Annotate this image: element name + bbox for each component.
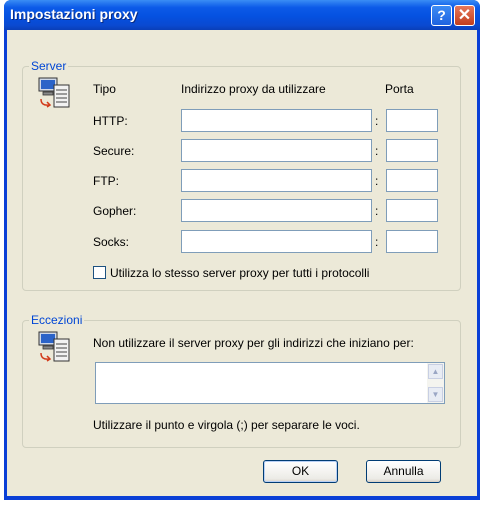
network-computer-icon	[38, 77, 70, 108]
server-group-label: Server	[31, 59, 67, 73]
close-icon: ✕	[457, 7, 472, 24]
secure-port-field[interactable]	[386, 139, 438, 162]
scroll-up-icon[interactable]: ▲	[428, 364, 443, 379]
socks-port-field[interactable]	[386, 230, 438, 253]
same-proxy-label[interactable]: Utilizza lo stesso server proxy per tutt…	[110, 266, 369, 280]
ftp-label: FTP:	[93, 174, 119, 188]
exceptions-hint: Utilizzare il punto e virgola (;) per se…	[93, 418, 360, 432]
exceptions-network-icon	[38, 331, 70, 362]
column-address-header: Indirizzo proxy da utilizzare	[181, 82, 326, 96]
exceptions-scrollbar[interactable]: ▲ ▼	[427, 363, 444, 403]
help-icon: ?	[437, 7, 446, 23]
socks-label: Socks:	[93, 235, 130, 249]
cancel-button[interactable]: Annulla	[366, 460, 441, 483]
gopher-colon: :	[375, 204, 379, 218]
http-label: HTTP:	[93, 114, 128, 128]
column-port-header: Porta	[385, 82, 414, 96]
scroll-down-icon[interactable]: ▼	[428, 387, 443, 402]
column-type-header: Tipo	[93, 82, 116, 96]
gopher-label: Gopher:	[93, 204, 137, 218]
ftp-port-field[interactable]	[386, 169, 438, 192]
http-colon: :	[375, 114, 379, 128]
secure-address-field[interactable]	[181, 139, 372, 162]
gopher-port-field[interactable]	[386, 199, 438, 222]
secure-label: Secure:	[93, 144, 135, 158]
close-button[interactable]: ✕	[454, 5, 475, 26]
dialog-body: Server Tipo Indirizzo proxy da utilizzar…	[7, 30, 477, 496]
ok-button[interactable]: OK	[263, 460, 338, 483]
ftp-address-field[interactable]	[181, 169, 372, 192]
exceptions-description: Non utilizzare il server proxy per gli i…	[93, 336, 414, 350]
window-title: Impostazioni proxy	[10, 6, 138, 22]
http-port-field[interactable]	[386, 109, 438, 132]
socks-address-field[interactable]	[181, 230, 372, 253]
gopher-address-field[interactable]	[181, 199, 372, 222]
exceptions-textarea[interactable]: ▲ ▼	[95, 362, 445, 404]
title-bar[interactable]: Impostazioni proxy ? ✕	[4, 0, 480, 30]
same-proxy-checkbox[interactable]	[93, 266, 106, 279]
ftp-colon: :	[375, 174, 379, 188]
secure-colon: :	[375, 144, 379, 158]
dialog-window: Impostazioni proxy ? ✕ Server Tipo Indir…	[4, 0, 480, 500]
socks-colon: :	[375, 235, 379, 249]
help-button[interactable]: ?	[431, 5, 452, 26]
exceptions-group-label: Eccezioni	[31, 313, 83, 327]
http-address-field[interactable]	[181, 109, 372, 132]
